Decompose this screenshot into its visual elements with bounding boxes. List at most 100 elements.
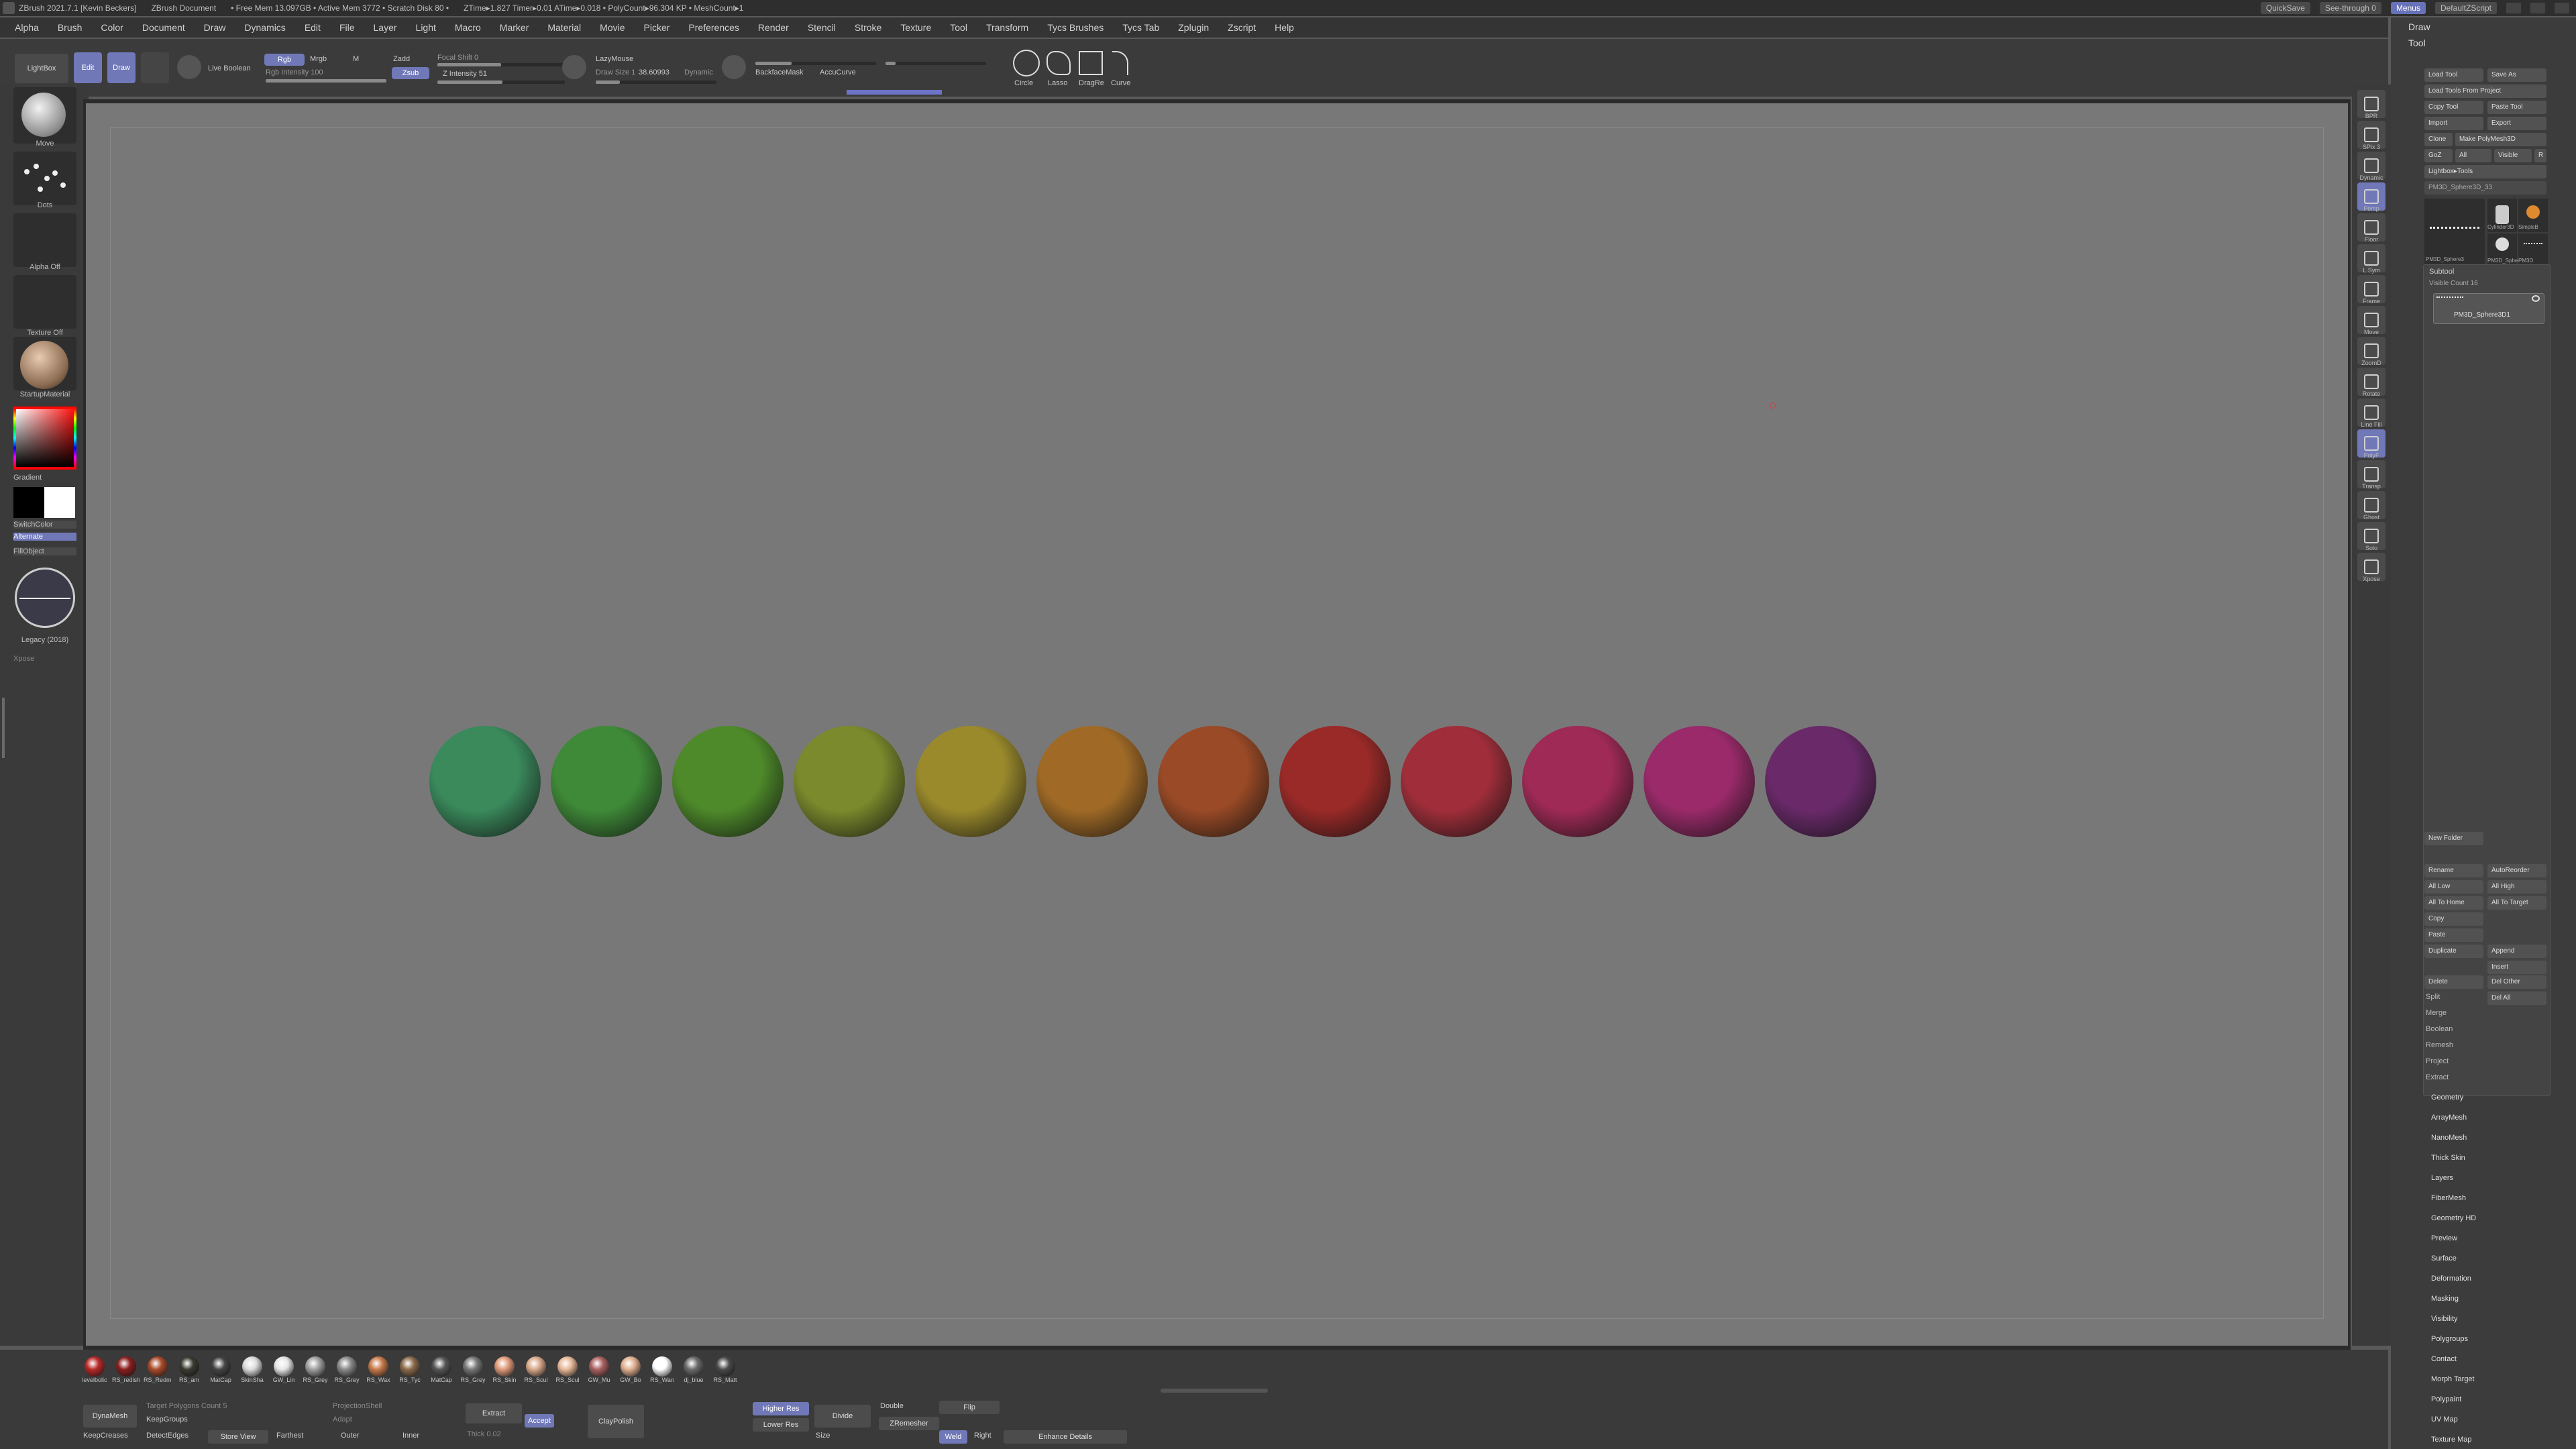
minimize-icon[interactable] [2506, 3, 2521, 13]
material-swatch[interactable] [337, 1356, 357, 1377]
section-geometry-hd[interactable]: Geometry HD [2431, 1214, 2476, 1222]
all-to-home-button[interactable]: All To Home [2424, 896, 2483, 910]
z-intensity-slider[interactable]: Z Intensity 51 [443, 70, 487, 78]
material-swatch[interactable] [463, 1356, 483, 1377]
lightbox-tools-button[interactable]: Lightbox▸Tools [2424, 165, 2546, 178]
right-button[interactable]: Right [974, 1432, 991, 1440]
material-swatch[interactable] [621, 1356, 641, 1377]
menu-picker[interactable]: Picker [644, 22, 670, 33]
color-picker[interactable] [13, 407, 76, 470]
lazymouse-icon[interactable] [562, 55, 586, 79]
menu-preferences[interactable]: Preferences [688, 22, 739, 33]
projection-shell-slider[interactable]: ProjectionShell [333, 1402, 382, 1410]
menu-movie[interactable]: Movie [600, 22, 625, 33]
make-polymesh3d-button[interactable]: Make PolyMesh3D [2455, 133, 2546, 146]
material-swatch[interactable] [715, 1356, 735, 1377]
lazy-radius-value[interactable]: 38.60993 [639, 68, 669, 76]
double-button[interactable]: Double [880, 1402, 904, 1410]
flip-button[interactable]: Flip [939, 1401, 1000, 1414]
material-swatch[interactable] [494, 1356, 515, 1377]
alternate-button[interactable]: Alternate [13, 533, 76, 541]
keepgroups-toggle[interactable]: KeepGroups [146, 1415, 188, 1424]
all-high-button[interactable]: All High [2487, 880, 2546, 894]
texture-picker[interactable] [13, 275, 76, 329]
weld-button[interactable]: Weld [939, 1430, 967, 1444]
live-boolean-label[interactable]: Live Boolean [208, 64, 251, 72]
save-as-button[interactable]: Save As [2487, 68, 2546, 82]
brush-picker[interactable] [13, 87, 76, 144]
draw-palette-header[interactable]: Draw [2391, 19, 2576, 35]
menu-tycs-tab[interactable]: Tycs Tab [1122, 22, 1159, 33]
subtool-remesh-section[interactable]: Remesh [2426, 1041, 2453, 1049]
duplicate-button[interactable]: Duplicate [2424, 945, 2483, 958]
material-swatch[interactable] [400, 1356, 420, 1377]
lower-res-button[interactable]: Lower Res [753, 1418, 809, 1432]
load-tool-button[interactable]: Load Tool [2424, 68, 2483, 82]
menu-draw[interactable]: Draw [204, 22, 226, 33]
menu-texture[interactable]: Texture [900, 22, 931, 33]
live-boolean-icon[interactable] [177, 55, 201, 79]
detectedges-toggle[interactable]: DetectEdges [146, 1432, 189, 1440]
menu-render[interactable]: Render [758, 22, 789, 33]
eye-icon[interactable] [2532, 295, 2540, 302]
subtool-item[interactable]: PM3D_Sphere3D1 [2433, 293, 2544, 324]
lightbox-button[interactable]: LightBox [15, 54, 68, 83]
backface-mask-icon[interactable] [722, 55, 746, 79]
section-texture-map[interactable]: Texture Map [2431, 1436, 2472, 1444]
rgb-button[interactable]: Rgb [264, 54, 305, 66]
mrgb-button[interactable]: Mrgb [310, 55, 327, 63]
subtool-split-section[interactable]: Split [2426, 993, 2440, 1001]
sphere-red[interactable] [1279, 726, 1391, 837]
menu-brush[interactable]: Brush [58, 22, 83, 33]
sphere-purple[interactable] [1765, 726, 1876, 837]
menu-layer[interactable]: Layer [374, 22, 397, 33]
default-script-button[interactable]: DefaultZScript [2434, 2, 2497, 14]
farthest-button[interactable]: Farthest [276, 1432, 303, 1440]
section-contact[interactable]: Contact [2431, 1355, 2457, 1363]
dynamic-toggle[interactable]: Dynamic [684, 68, 713, 76]
material-swatch[interactable] [589, 1356, 609, 1377]
zsub-button[interactable]: Zsub [392, 67, 429, 79]
curve-stroke-icon[interactable] [1112, 51, 1128, 75]
all-button[interactable]: All [2455, 149, 2491, 162]
section-polygroups[interactable]: Polygroups [2431, 1335, 2468, 1343]
section-layers[interactable]: Layers [2431, 1174, 2453, 1182]
rgb-intensity-slider[interactable]: Rgb Intensity 100 [266, 68, 323, 76]
see-through-slider[interactable]: See-through 0 [2319, 2, 2381, 14]
stroke-picker[interactable] [13, 152, 76, 205]
paste-button[interactable]: Paste [2424, 928, 2483, 942]
section-arraymesh[interactable]: ArrayMesh [2431, 1114, 2467, 1122]
goz-button[interactable]: GoZ [2424, 149, 2453, 162]
import-button[interactable]: Import [2424, 117, 2483, 130]
menu-edit[interactable]: Edit [305, 22, 321, 33]
sphere-crimson[interactable] [1401, 726, 1512, 837]
sphere-olive[interactable] [794, 726, 905, 837]
draw-size-track[interactable] [596, 80, 716, 84]
lazymouse-label[interactable]: LazyMouse [596, 55, 633, 63]
material-swatch[interactable] [274, 1356, 294, 1377]
draw-mode-button[interactable]: Draw [107, 52, 136, 83]
m-button[interactable]: M [353, 55, 359, 63]
accucurve-track[interactable] [755, 62, 876, 65]
material-swatch[interactable] [557, 1356, 578, 1377]
drag-rect-stroke-icon[interactable] [1079, 51, 1103, 75]
keepcreases-toggle[interactable]: KeepCreases [83, 1432, 128, 1440]
thick-slider[interactable]: Thick 0.02 [467, 1430, 501, 1438]
menu-zscript[interactable]: Zscript [1228, 22, 1256, 33]
menu-zplugin[interactable]: Zplugin [1178, 22, 1209, 33]
claypolish-button[interactable]: ClayPolish [588, 1405, 644, 1438]
material-swatch[interactable] [242, 1356, 262, 1377]
menu-tool[interactable]: Tool [950, 22, 967, 33]
section-thick-skin[interactable]: Thick Skin [2431, 1154, 2465, 1162]
copy-button[interactable]: Copy [2424, 912, 2483, 926]
material-swatch[interactable] [85, 1356, 105, 1377]
section-geometry[interactable]: Geometry [2431, 1093, 2463, 1102]
sphere-raspberry[interactable] [1522, 726, 1633, 837]
subtool-project-section[interactable]: Project [2426, 1057, 2449, 1065]
z-intensity-track[interactable] [437, 80, 565, 84]
extra-slider-track[interactable] [885, 62, 986, 65]
paste-tool-button[interactable]: Paste Tool [2487, 101, 2546, 114]
menu-macro[interactable]: Macro [455, 22, 481, 33]
inner-button[interactable]: Inner [402, 1432, 419, 1440]
clone-button[interactable]: Clone [2424, 133, 2453, 146]
